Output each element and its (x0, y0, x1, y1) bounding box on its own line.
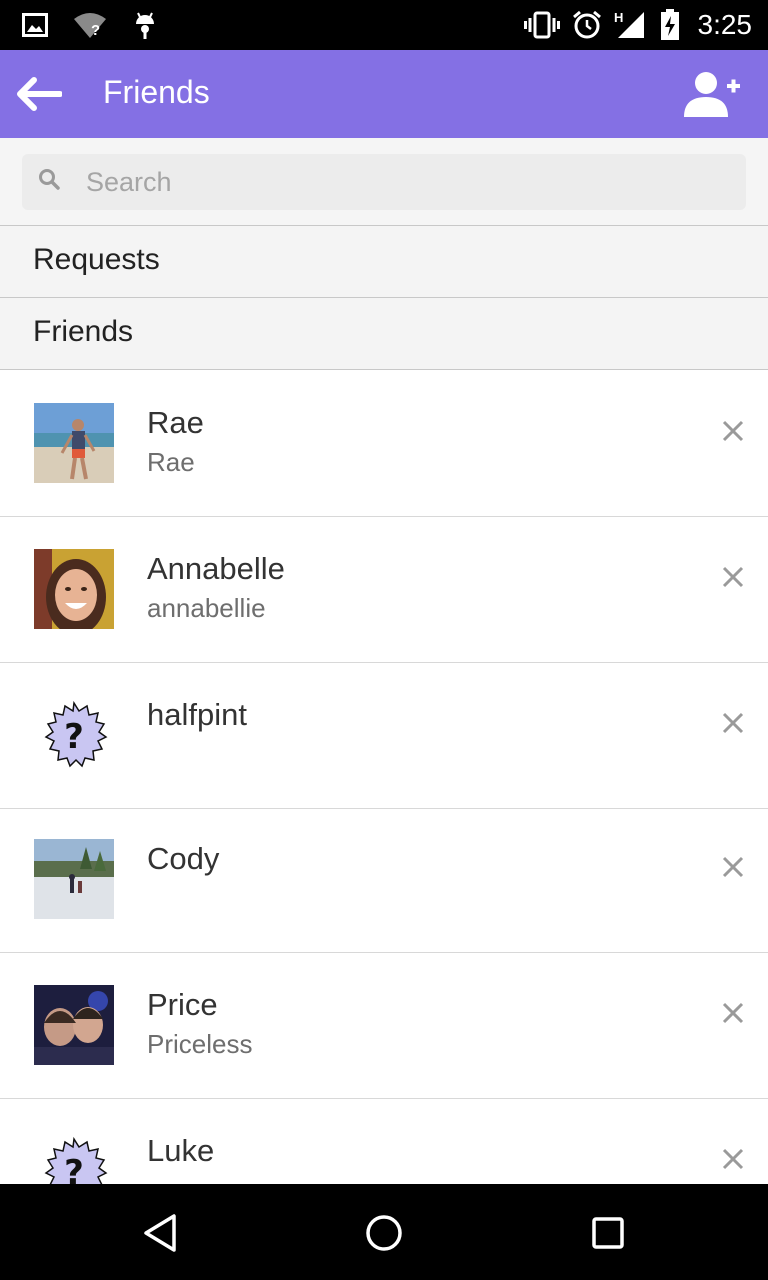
friend-row[interactable]: Annabelle annabellie (0, 517, 768, 663)
friend-name: Annabelle (147, 551, 285, 586)
friends-label: Friends (33, 315, 134, 348)
android-icon (132, 10, 158, 40)
remove-friend-button[interactable] (716, 993, 750, 1033)
add-person-icon (684, 72, 740, 117)
vibrate-icon (523, 11, 560, 39)
page-title: Friends (103, 74, 210, 110)
avatar (34, 839, 114, 919)
friend-name: halfpint (147, 697, 247, 732)
requests-label: Requests (33, 243, 160, 276)
svg-text:?: ? (64, 1153, 84, 1184)
status-time: 3:25 (697, 9, 753, 40)
battery-charging-icon (660, 9, 680, 41)
close-icon (722, 1148, 744, 1170)
close-icon (722, 566, 744, 588)
nav-recents-button[interactable] (583, 1208, 633, 1258)
friends-list: Rae Rae Annabelle annabellie ? halfpint … (0, 371, 768, 1184)
back-triangle-icon (144, 1214, 176, 1252)
home-circle-icon (366, 1215, 402, 1251)
avatar (34, 403, 114, 483)
unknown-avatar-icon: ? (34, 695, 114, 775)
friend-username: Priceless (147, 1029, 253, 1059)
add-friend-button[interactable] (680, 68, 744, 120)
back-button[interactable] (12, 72, 66, 116)
search-input[interactable] (86, 162, 726, 202)
close-icon (722, 856, 744, 878)
remove-friend-button[interactable] (716, 557, 750, 597)
search-icon (38, 168, 60, 195)
recents-square-icon (592, 1217, 624, 1249)
search-area (0, 138, 768, 226)
friend-name: Luke (147, 1133, 215, 1168)
friend-username: Rae (147, 447, 195, 477)
avatar (34, 549, 114, 629)
friend-row[interactable]: ? halfpint (0, 663, 768, 809)
image-icon (22, 13, 48, 37)
friend-row[interactable]: Cody (0, 807, 768, 953)
avatar (34, 985, 114, 1065)
remove-friend-button[interactable] (716, 847, 750, 887)
wifi-unknown-icon: ? (72, 11, 108, 39)
close-icon (722, 712, 744, 734)
arrow-left-icon (17, 77, 62, 111)
nav-back-button[interactable] (136, 1208, 186, 1258)
app-bar: Friends (0, 50, 768, 138)
svg-text:H: H (614, 10, 623, 25)
remove-friend-button[interactable] (716, 1139, 750, 1179)
navigation-bar (0, 1184, 768, 1280)
friend-name: Rae (147, 405, 204, 440)
friend-row[interactable]: Rae Rae (0, 371, 768, 517)
friends-section: Friends (0, 298, 768, 370)
cell-signal-icon: H (614, 10, 648, 40)
status-bar: ? H 3:25 (0, 0, 768, 50)
requests-section[interactable]: Requests (0, 226, 768, 298)
friend-row[interactable]: Price Priceless (0, 953, 768, 1099)
svg-text:?: ? (91, 22, 100, 39)
friend-name: Cody (147, 841, 220, 876)
remove-friend-button[interactable] (716, 703, 750, 743)
remove-friend-button[interactable] (716, 411, 750, 451)
search-box[interactable] (22, 154, 746, 210)
friend-username: annabellie (147, 593, 266, 623)
close-icon (722, 1002, 744, 1024)
close-icon (722, 420, 744, 442)
friend-name: Price (147, 987, 218, 1022)
friend-row[interactable]: ? Luke (0, 1099, 768, 1184)
nav-home-button[interactable] (359, 1208, 409, 1258)
alarm-icon (572, 10, 602, 40)
unknown-avatar-icon: ? (34, 1131, 114, 1184)
svg-text:?: ? (64, 717, 84, 757)
